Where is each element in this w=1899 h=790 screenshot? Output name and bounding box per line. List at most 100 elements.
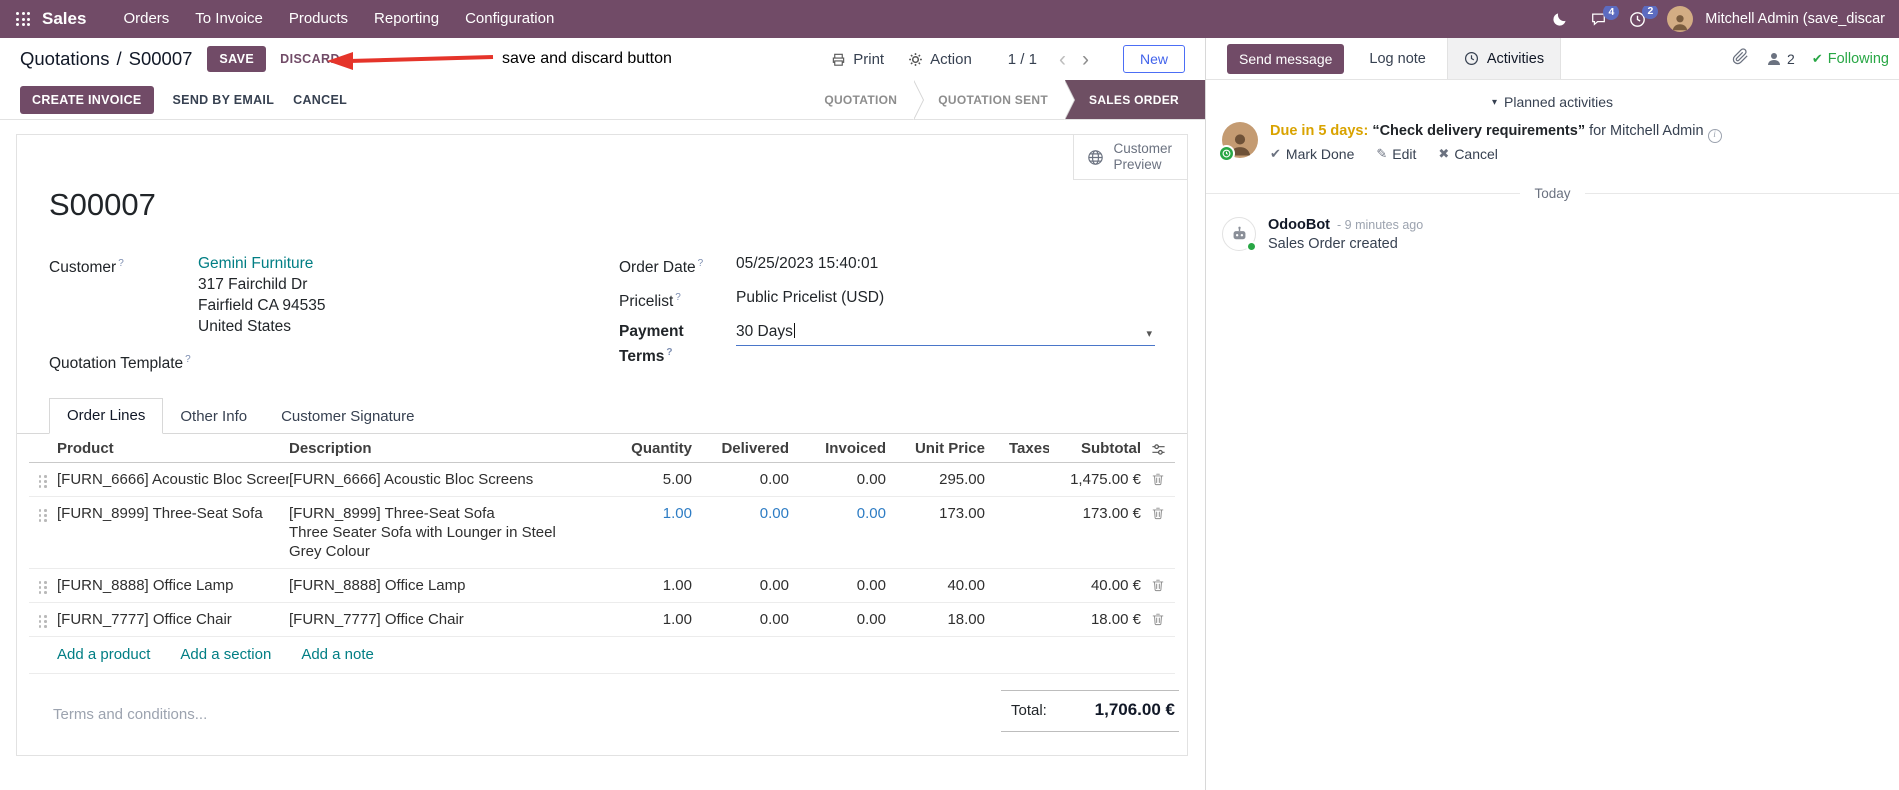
apps-grid-icon[interactable] — [16, 12, 30, 26]
user-name[interactable]: Mitchell Admin (save_discar — [1705, 11, 1885, 27]
line-unit-price[interactable]: 173.00 — [886, 504, 985, 523]
total-value: 1,706.00 € — [1094, 700, 1175, 720]
followers-button[interactable]: 2 — [1766, 51, 1795, 67]
order-line-row: [FURN_7777] Office Chair [FURN_7777] Off… — [29, 603, 1175, 638]
tab-customer-signature[interactable]: Customer Signature — [264, 400, 431, 434]
planned-activities-header[interactable]: ▾ Planned activities — [1206, 94, 1899, 110]
customer-preview-label: Customer Preview — [1113, 140, 1172, 172]
delete-line-icon[interactable] — [1151, 578, 1165, 592]
state-quotation-sent[interactable]: QUOTATION SENT — [914, 80, 1075, 120]
log-note-button[interactable]: Log note — [1369, 51, 1425, 67]
line-quantity[interactable]: 1.00 — [570, 504, 692, 523]
edit-activity-button[interactable]: ✎ Edit — [1376, 146, 1416, 162]
x-icon: ✖ — [1438, 146, 1450, 161]
line-delivered[interactable]: 0.00 — [692, 610, 789, 629]
robot-icon — [1233, 226, 1245, 239]
payment-terms-field[interactable]: 30 Days ▾ — [736, 321, 1155, 347]
action-button[interactable]: Action — [908, 51, 972, 68]
add-note-link[interactable]: Add a note — [301, 646, 374, 663]
chatter-header: Send message Log note Activities 2 ✔ Fol… — [1206, 38, 1899, 80]
dropdown-caret-icon[interactable]: ▾ — [1146, 324, 1152, 345]
line-description-note[interactable]: Three Seater Sofa with Lounger in Steel … — [289, 523, 562, 561]
print-button[interactable]: Print — [831, 51, 884, 68]
line-invoiced[interactable]: 0.00 — [789, 610, 886, 629]
drag-handle-icon[interactable] — [38, 615, 48, 628]
form-view: Quotations / S00007 SAVE DISCARD save an… — [0, 38, 1205, 790]
line-invoiced[interactable]: 0.00 — [789, 470, 886, 489]
state-sales-order[interactable]: SALES ORDER — [1065, 80, 1205, 119]
column-product: Product — [57, 440, 114, 458]
add-section-link[interactable]: Add a section — [180, 646, 271, 663]
info-icon[interactable]: i — [1707, 128, 1722, 143]
payment-terms-value: 30 Days — [736, 323, 793, 341]
delete-line-icon[interactable] — [1151, 472, 1165, 486]
pricelist-label: Pricelist? — [619, 292, 681, 311]
column-unit-price: Unit Price — [914, 440, 985, 458]
send-by-email-button[interactable]: SEND BY EMAIL — [173, 93, 275, 107]
line-description[interactable]: [FURN_8999] Three-Seat Sofa — [289, 504, 562, 523]
terms-and-conditions-input[interactable]: Terms and conditions... — [53, 706, 207, 723]
line-product[interactable]: [FURN_6666] Acoustic Bloc Screens — [57, 470, 289, 489]
tab-order-lines[interactable]: Order Lines — [49, 398, 164, 435]
line-unit-price[interactable]: 40.00 — [886, 576, 985, 595]
today-label: Today — [1534, 186, 1571, 201]
dark-mode-toggle[interactable] — [1547, 11, 1573, 27]
tab-other-info[interactable]: Other Info — [163, 400, 264, 434]
app-name[interactable]: Sales — [42, 9, 86, 29]
user-avatar[interactable] — [1667, 6, 1694, 32]
new-button[interactable]: New — [1122, 45, 1185, 73]
line-delivered[interactable]: 0.00 — [692, 470, 789, 489]
nav-item-to-invoice[interactable]: To Invoice — [182, 0, 276, 38]
customer-preview-button[interactable]: Customer Preview — [1073, 135, 1187, 180]
line-delivered[interactable]: 0.00 — [692, 504, 789, 523]
line-description[interactable]: [FURN_7777] Office Chair — [289, 610, 562, 629]
state-quotation[interactable]: QUOTATION — [800, 80, 925, 120]
pager-previous-button[interactable]: ‹ — [1055, 49, 1070, 70]
line-unit-price[interactable]: 18.00 — [886, 610, 985, 629]
line-quantity[interactable]: 1.00 — [570, 610, 692, 629]
line-quantity[interactable]: 1.00 — [570, 576, 692, 595]
nav-item-reporting[interactable]: Reporting — [361, 0, 452, 38]
line-delivered[interactable]: 0.00 — [692, 576, 789, 595]
customer-link[interactable]: Gemini Furniture — [198, 253, 326, 274]
drag-handle-icon[interactable] — [38, 509, 48, 522]
line-invoiced[interactable]: 0.00 — [789, 504, 886, 523]
cancel-button[interactable]: CANCEL — [293, 93, 347, 107]
line-description[interactable]: [FURN_8888] Office Lamp — [289, 576, 562, 595]
nav-item-configuration[interactable]: Configuration — [452, 0, 567, 38]
activities-tab[interactable]: Activities — [1446, 38, 1562, 79]
messages-systray-button[interactable]: 4 — [1585, 6, 1620, 27]
delete-line-icon[interactable] — [1151, 612, 1165, 626]
drag-handle-icon[interactable] — [38, 581, 48, 594]
save-button[interactable]: SAVE — [207, 46, 267, 72]
control-panel: Quotations / S00007 SAVE DISCARD save an… — [0, 38, 1205, 80]
line-product[interactable]: [FURN_7777] Office Chair — [57, 610, 289, 629]
optional-columns-icon[interactable] — [1151, 442, 1166, 457]
mark-done-button[interactable]: ✔ Mark Done — [1270, 146, 1354, 162]
nav-item-products[interactable]: Products — [276, 0, 361, 38]
add-product-link[interactable]: Add a product — [57, 646, 150, 663]
drag-handle-icon[interactable] — [38, 475, 48, 488]
line-invoiced[interactable]: 0.00 — [789, 576, 886, 595]
line-unit-price[interactable]: 295.00 — [886, 470, 985, 489]
order-lines-table: Product Description Quantity Delivered I… — [29, 434, 1175, 675]
delete-line-icon[interactable] — [1151, 506, 1165, 520]
nav-item-orders[interactable]: Orders — [110, 0, 182, 38]
line-product[interactable]: [FURN_8888] Office Lamp — [57, 576, 289, 595]
line-description[interactable]: [FURN_6666] Acoustic Bloc Screens — [289, 470, 562, 489]
order-date-field[interactable]: 05/25/2023 15:40:01 — [736, 253, 1155, 274]
breadcrumb-parent[interactable]: Quotations — [20, 48, 109, 70]
create-invoice-button[interactable]: CREATE INVOICE — [20, 85, 154, 114]
cancel-activity-button[interactable]: ✖ Cancel — [1438, 146, 1498, 162]
line-quantity[interactable]: 5.00 — [570, 470, 692, 489]
pricelist-field[interactable]: Public Pricelist (USD) — [736, 287, 1155, 308]
line-product[interactable]: [FURN_8999] Three-Seat Sofa — [57, 504, 289, 523]
attachments-button[interactable] — [1732, 47, 1749, 70]
following-toggle[interactable]: ✔ Following — [1812, 51, 1889, 67]
pager-next-button[interactable]: › — [1078, 49, 1093, 70]
send-message-button[interactable]: Send message — [1227, 43, 1345, 74]
activities-systray-button[interactable]: 2 — [1624, 6, 1659, 28]
printer-icon — [833, 53, 845, 66]
order-line-row: [FURN_8999] Three-Seat Sofa [FURN_8999] … — [29, 497, 1175, 570]
breadcrumb: Quotations / S00007 — [20, 48, 192, 70]
